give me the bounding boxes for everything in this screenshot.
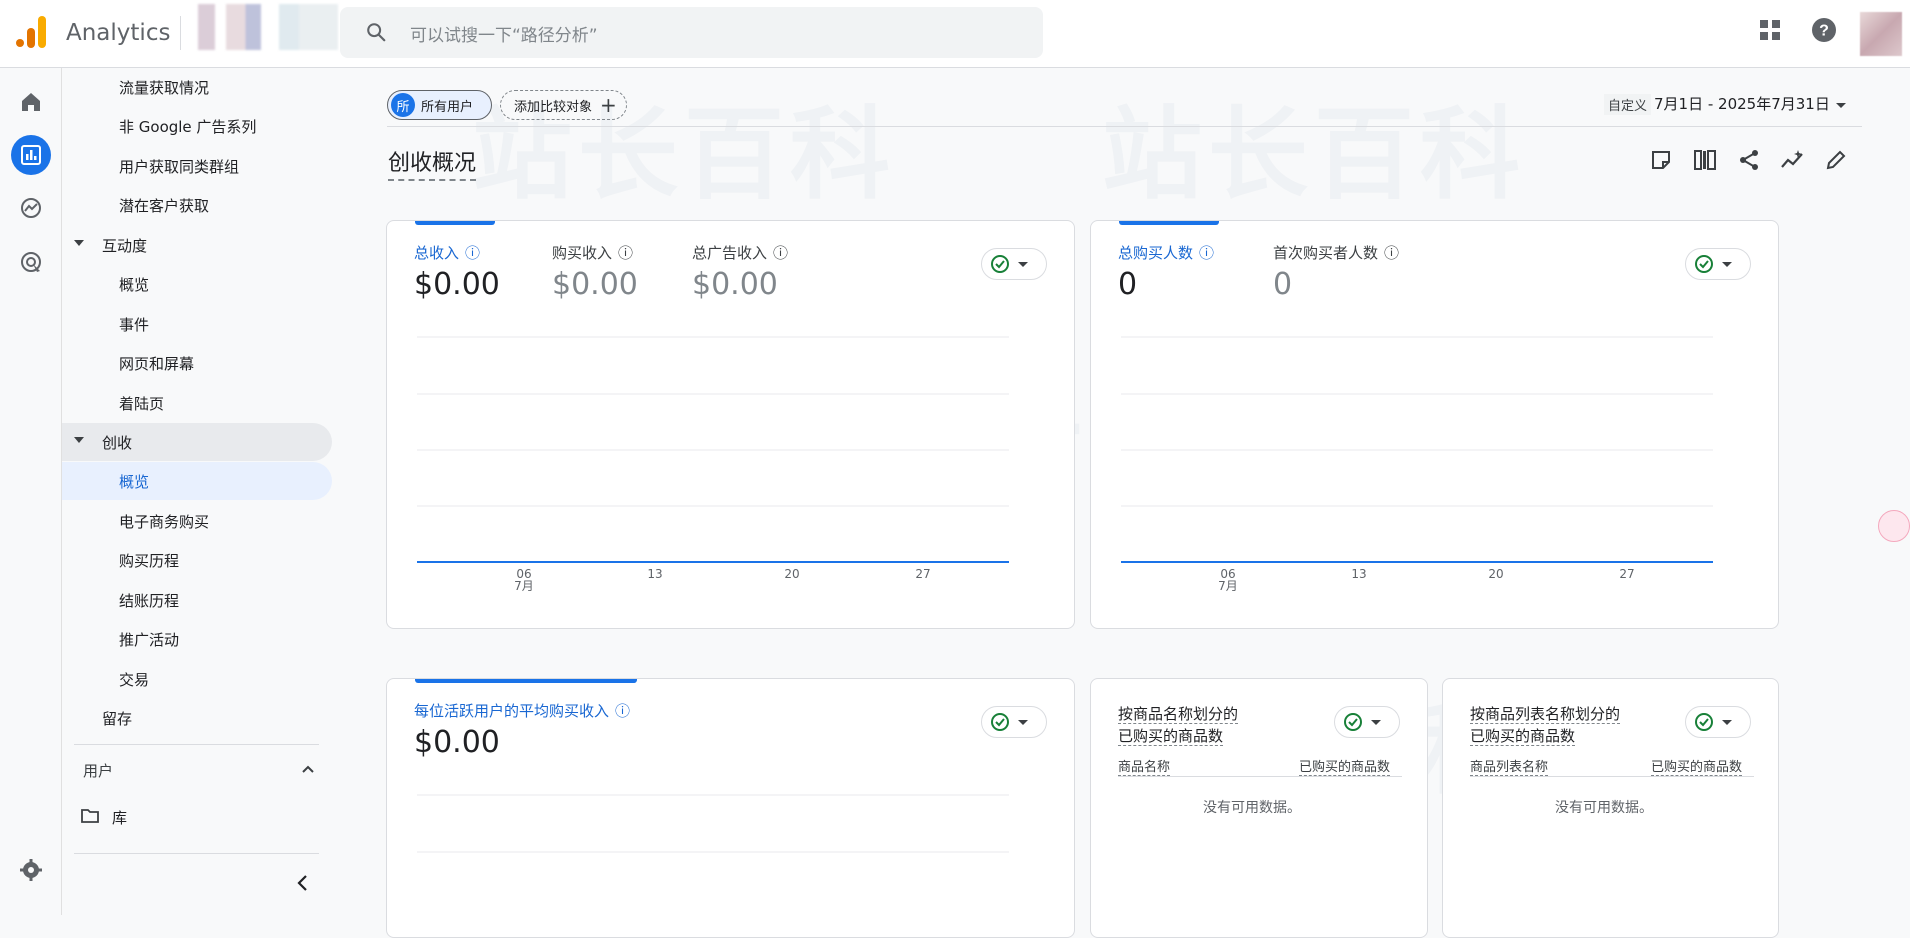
nav-item[interactable]: 流量获取情况 [62,68,332,106]
divider [180,16,181,50]
nav-item[interactable]: 着陆页 [62,384,332,422]
app-title[interactable]: Analytics [66,20,170,46]
x-tick-label: 13 [647,567,662,581]
nav-item[interactable]: 潜在客户获取 [62,186,332,224]
settings-gear-icon[interactable] [13,852,49,888]
grid-lines [417,336,1009,507]
card-title: 按商品列表名称划分的 已购买的商品数 [1470,705,1621,746]
search-box[interactable]: 可以试搜一下“路径分析” [340,7,1043,58]
search-icon [367,23,386,42]
help-icon[interactable]: ? [1811,17,1837,43]
reports-icon[interactable] [11,135,51,175]
divider [387,126,1862,127]
x-tick-label: 13 [1351,567,1366,581]
plus-icon: + [600,93,617,117]
items-by-name-card: 按商品名称划分的 已购买的商品数 商品名称 已购买的商品数 没有可用数据。 [1090,678,1428,938]
share-icon[interactable] [1738,149,1760,171]
add-comparison-label: 添加比较对象 [514,99,593,115]
analytics-logo-icon[interactable] [16,16,46,48]
explore-icon[interactable] [13,190,49,226]
advertising-icon[interactable] [13,244,49,280]
items-by-list-card: 按商品列表名称划分的 已购买的商品数 商品列表名称 已购买的商品数 没有可用数据… [1442,678,1779,938]
edit-pencil-icon[interactable] [1825,149,1847,171]
nav-item[interactable]: 概览 [62,265,332,303]
insights-note-icon[interactable] [1650,149,1672,171]
status-dropdown[interactable] [1685,706,1751,738]
nav-item[interactable]: 用户获取同类群组 [62,147,332,185]
empty-state-text: 没有可用数据。 [1203,800,1301,816]
nav-item[interactable]: 非 Google 广告系列 [62,107,332,145]
segment-label: 所有用户 [421,99,474,115]
revenue-card: 总收入 ⓘ $0.00 购买收入 ⓘ $0.00 总广告收入 ⓘ $0.00 06 7… [386,220,1075,629]
caret-down-icon [1722,719,1732,725]
segment-badge: 所 [391,93,415,117]
chevron-up-icon[interactable] [301,764,315,774]
x-tick-label: 20 [784,567,799,581]
nav-section-retention[interactable]: 留存 [62,699,332,737]
nav-item[interactable]: 推广活动 [62,620,332,658]
card-title: 按商品名称划分的 已购买的商品数 [1118,705,1239,746]
left-rail [0,68,62,915]
x-tick-label: 27 [1619,567,1634,581]
nav-section-engagement[interactable]: 互动度 [62,226,332,264]
column-header[interactable]: 已购买的商品数 [1651,756,1743,776]
nav-item[interactable]: 电子商务购买 [62,502,332,540]
report-nav: 流量获取情况 非 Google 广告系列 用户获取同类群组 潜在客户获取 互动度… [62,68,342,915]
empty-state-text: 没有可用数据。 [1555,800,1653,816]
nav-item[interactable]: 事件 [62,305,332,343]
insights-sparkle-icon[interactable] [1780,149,1806,171]
column-header[interactable]: 商品列表名称 [1470,756,1549,776]
grid-lines [1121,336,1713,507]
date-custom-label: 自定义 [1604,94,1652,115]
collapse-chevron-left-icon[interactable] [296,874,310,892]
x-tick-label: 20 [1488,567,1503,581]
check-circle-icon [1695,713,1713,731]
add-comparison-button[interactable]: 添加比较对象 + [500,90,627,120]
check-circle-icon [1344,713,1362,731]
x-tick-month: 7月 [514,579,534,593]
folder-icon [81,809,99,823]
column-header[interactable]: 已购买的商品数 [1299,756,1391,776]
segment-chip-all-users[interactable]: 所 所有用户 [387,90,492,120]
search-placeholder[interactable]: 可以试搜一下“路径分析” [410,21,598,46]
arppu-chart [417,794,1009,853]
nav-group-users[interactable]: 用户 [83,760,113,781]
x-tick-month: 7月 [1218,579,1238,593]
arppu-card: 每位活跃用户的平均购买收入 ⓘ $0.00 [386,678,1075,938]
apps-grid-icon[interactable] [1758,18,1782,42]
nav-library[interactable]: 库 [112,807,127,828]
caret-down-icon [74,240,84,246]
main-content: 站长百科 站长百科 站长百科 站长百科 站长百科 所 所有用户 添加比较对象 +… [342,68,1910,938]
buyers-chart: 06 7月 13 20 27 [1121,336,1713,593]
top-bar: Analytics 可以试搜一下“路径分析” ? [0,0,1910,68]
caret-down-icon [74,437,84,443]
divider [1470,776,1754,777]
divider [1118,776,1402,777]
floating-translate-button[interactable] [1878,510,1910,542]
nav-item[interactable]: 网页和屏幕 [62,344,332,382]
column-header[interactable]: 商品名称 [1118,756,1171,776]
page-title: 创收概况 [388,145,477,181]
svg-text:?: ? [1819,23,1829,40]
nav-item[interactable]: 结账历程 [62,581,332,619]
nav-item-active[interactable]: 概览 [62,462,332,500]
divider [74,744,319,745]
avatar[interactable] [1860,12,1902,56]
compare-columns-icon[interactable] [1693,149,1717,171]
caret-down-icon[interactable] [1836,103,1846,108]
divider [74,853,319,854]
status-dropdown[interactable] [1334,706,1400,738]
caret-down-icon [1371,719,1381,725]
watermark: 站长百科 [1102,96,1526,213]
x-tick-label: 27 [915,567,930,581]
nav-item[interactable]: 购买历程 [62,541,332,579]
date-range-picker[interactable]: 7月1日 - 2025年7月31日 [1654,93,1830,114]
buyers-card: 总购买人数 ⓘ 0 首次购买者人数 ⓘ 0 06 7月 13 20 27 [1090,220,1779,629]
nav-item[interactable]: 交易 [62,660,332,698]
revenue-chart: 06 7月 13 20 27 [417,336,1009,593]
home-icon[interactable] [13,84,49,120]
account-selector[interactable] [198,4,338,50]
nav-section-monetization[interactable]: 创收 [62,423,332,461]
